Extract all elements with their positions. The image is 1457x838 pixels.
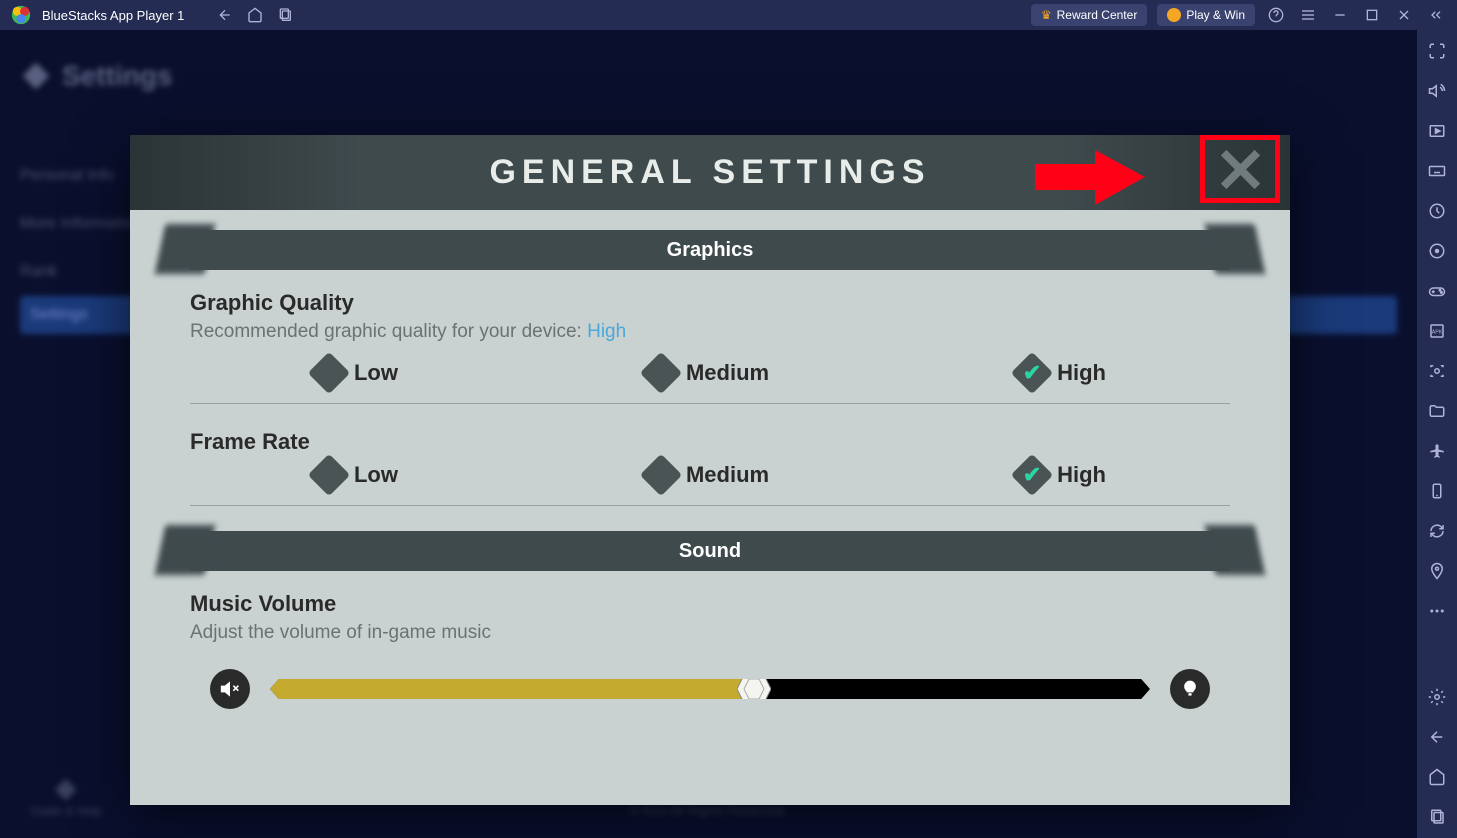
- music-volume-title: Music Volume: [190, 591, 1230, 617]
- apk-icon[interactable]: APK: [1426, 320, 1448, 342]
- diamond-radio-checked-icon: ✔: [1011, 352, 1053, 394]
- collapse-sidebar-button[interactable]: [1425, 4, 1447, 26]
- more-icon[interactable]: [1426, 600, 1448, 622]
- screenshot-icon[interactable]: [1426, 360, 1448, 382]
- app-title: BlueStacks App Player 1: [42, 8, 184, 23]
- target-icon[interactable]: [1426, 240, 1448, 262]
- graphic-quality-desc: Recommended graphic quality for your dev…: [190, 321, 1230, 343]
- mute-icon[interactable]: [210, 669, 250, 709]
- sound-section-banner: Sound: [190, 531, 1230, 571]
- graphic-quality-low[interactable]: Low: [314, 358, 398, 388]
- orange-dot-icon: [1167, 8, 1181, 22]
- back-button[interactable]: [214, 4, 236, 26]
- frame-rate-high[interactable]: ✔ High: [1017, 460, 1106, 490]
- help-button[interactable]: [1265, 4, 1287, 26]
- game-viewport: Settings Personal Info More Information …: [0, 30, 1417, 838]
- graphic-quality-medium[interactable]: Medium: [646, 358, 769, 388]
- bg-guide-help: ◆ Guide & Help: [30, 771, 101, 818]
- annotation-highlight: [1200, 135, 1280, 203]
- diamond-radio-icon: [308, 454, 350, 496]
- diamond-radio-icon: [308, 352, 350, 394]
- frame-rate-title: Frame Rate: [190, 429, 1230, 455]
- recent-apps-button[interactable]: [274, 4, 296, 26]
- keyboard-icon[interactable]: [1426, 160, 1448, 182]
- side-back-icon[interactable]: [1426, 726, 1448, 748]
- general-settings-modal: GENERAL SETTINGS Graphics Graphic Qualit…: [130, 135, 1290, 805]
- home-button[interactable]: [244, 4, 266, 26]
- phone-icon[interactable]: [1426, 480, 1448, 502]
- diamond-radio-icon: [640, 352, 682, 394]
- folder-icon[interactable]: [1426, 400, 1448, 422]
- svg-text:APK: APK: [1432, 329, 1443, 335]
- minimize-button[interactable]: [1329, 4, 1351, 26]
- frame-rate-medium[interactable]: Medium: [646, 460, 769, 490]
- rotate-icon[interactable]: [1426, 520, 1448, 542]
- maximize-button[interactable]: [1361, 4, 1383, 26]
- frame-rate-low[interactable]: Low: [314, 460, 398, 490]
- close-window-button[interactable]: [1393, 4, 1415, 26]
- play-win-button[interactable]: Play & Win: [1157, 4, 1255, 26]
- titlebar: BlueStacks App Player 1 ♛ Reward Center …: [0, 0, 1457, 30]
- history-icon[interactable]: [1426, 200, 1448, 222]
- play-in-window-icon[interactable]: [1426, 120, 1448, 142]
- crown-icon: ♛: [1041, 8, 1052, 22]
- slider-thumb[interactable]: [737, 673, 771, 705]
- diamond-radio-checked-icon: ✔: [1011, 454, 1053, 496]
- annotation-arrow-icon: [1035, 150, 1145, 205]
- graphic-quality-options: Low Medium ✔ High: [190, 358, 1230, 404]
- frame-rate-options: Low Medium ✔ High: [190, 460, 1230, 506]
- graphic-quality-title: Graphic Quality: [190, 290, 1230, 316]
- graphic-quality-high[interactable]: ✔ High: [1017, 358, 1106, 388]
- volume-icon[interactable]: [1426, 80, 1448, 102]
- reward-center-label: Reward Center: [1057, 8, 1138, 22]
- gear-icon[interactable]: [1426, 686, 1448, 708]
- volume-max-icon[interactable]: [1170, 669, 1210, 709]
- music-volume-desc: Adjust the volume of in-game music: [190, 622, 1230, 644]
- location-icon[interactable]: [1426, 560, 1448, 582]
- airplane-icon[interactable]: [1426, 440, 1448, 462]
- diamond-radio-icon: [640, 454, 682, 496]
- bg-footer: © IGG All Rights Reserved.: [630, 803, 788, 818]
- gamepad-icon[interactable]: [1426, 280, 1448, 302]
- modal-header: GENERAL SETTINGS: [130, 135, 1290, 210]
- graphics-section-banner: Graphics: [190, 230, 1230, 270]
- close-modal-button[interactable]: [1218, 147, 1263, 192]
- fullscreen-icon[interactable]: [1426, 40, 1448, 62]
- side-recent-icon[interactable]: [1426, 806, 1448, 828]
- menu-button[interactable]: [1297, 4, 1319, 26]
- side-home-icon[interactable]: [1426, 766, 1448, 788]
- bg-settings-title: Settings: [62, 60, 172, 92]
- play-win-label: Play & Win: [1186, 8, 1245, 22]
- reward-center-button[interactable]: ♛ Reward Center: [1031, 4, 1147, 26]
- modal-title: GENERAL SETTINGS: [489, 153, 930, 192]
- music-volume-slider[interactable]: [270, 679, 1150, 699]
- side-toolbar: APK: [1417, 30, 1457, 838]
- bluestacks-logo-icon: [10, 4, 32, 26]
